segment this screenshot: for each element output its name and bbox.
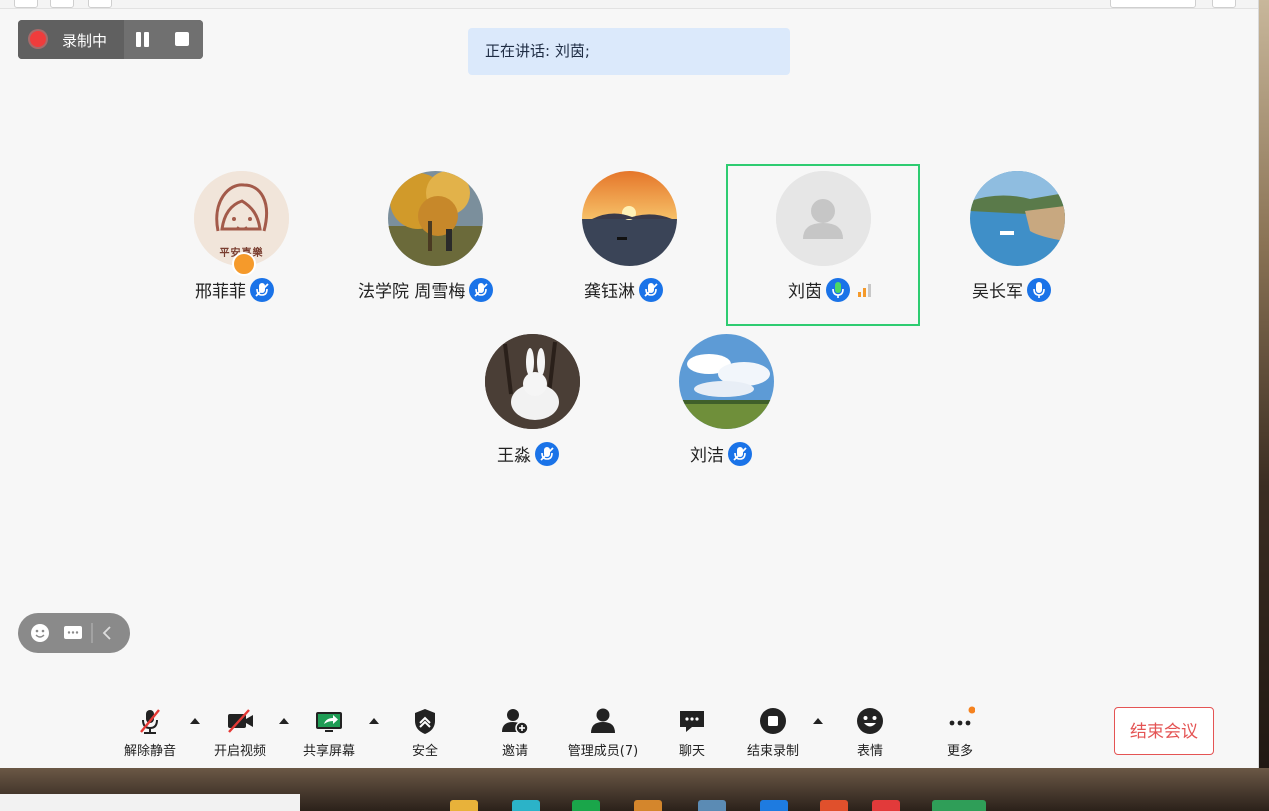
- chat-button[interactable]: 聊天: [660, 700, 724, 764]
- taskbar-app-icon[interactable]: [634, 800, 662, 811]
- mic-speaking-icon: [826, 277, 850, 302]
- mic-on-icon: [1027, 277, 1051, 302]
- stop-record-icon: [760, 708, 786, 734]
- record-options-caret[interactable]: [813, 718, 823, 724]
- mic-muted-icon: [250, 277, 274, 302]
- audio-options-caret[interactable]: [190, 718, 200, 724]
- end-meeting-button[interactable]: 结束会议: [1114, 707, 1214, 755]
- stop-recording-button[interactable]: [175, 32, 189, 46]
- meeting-toolbar: 解除静音 开启视频 共享屏幕 安全 邀请 管理成员(7) 聊天 结束录制 表情 …: [0, 700, 1258, 768]
- start-video-button[interactable]: 开启视频: [208, 700, 272, 764]
- mic-muted-icon: [728, 441, 752, 466]
- add-user-icon: [502, 709, 529, 735]
- recording-status: 录制中: [62, 32, 108, 50]
- pause-icon: [136, 32, 141, 47]
- video-options-caret[interactable]: [279, 718, 289, 724]
- taskbar-app-icon[interactable]: [932, 800, 986, 811]
- avatar-participant-3[interactable]: [582, 171, 677, 266]
- reaction-pill[interactable]: [18, 613, 130, 653]
- participant-name-3: 龚钰淋: [584, 277, 663, 302]
- mic-muted-icon: [469, 277, 494, 302]
- avatar-participant-2[interactable]: [388, 171, 483, 266]
- mic-muted-icon: [639, 277, 663, 302]
- smiley-icon: [857, 708, 883, 734]
- participant-name-1: 邢菲菲: [195, 277, 274, 302]
- sunset-photo-icon: [582, 171, 677, 266]
- taskbar-app-icon[interactable]: [760, 800, 788, 811]
- mic-muted-icon: [535, 441, 559, 466]
- white-rabbit-photo-icon: [485, 334, 580, 429]
- smile-icon: [31, 624, 49, 642]
- taskbar-app-icon[interactable]: [698, 800, 726, 811]
- taskbar-app-icon[interactable]: [872, 800, 900, 811]
- topbar-view-button[interactable]: [1110, 0, 1196, 8]
- avatar-participant-7[interactable]: [679, 334, 774, 429]
- more-dots-icon: [949, 706, 975, 726]
- pause-recording-button[interactable]: [136, 32, 152, 48]
- topbar-button[interactable]: [88, 0, 112, 8]
- topbar-button[interactable]: [14, 0, 38, 8]
- participant-name-6: 王淼: [497, 441, 559, 466]
- record-dot-icon: [30, 31, 46, 47]
- video-off-icon: [228, 709, 253, 733]
- avatar-participant-6[interactable]: [485, 334, 580, 429]
- taskbar-app-icon[interactable]: [820, 800, 848, 811]
- topbar-button[interactable]: [50, 0, 74, 8]
- host-badge-icon: [232, 252, 256, 276]
- end-recording-button[interactable]: 结束录制: [740, 700, 806, 764]
- share-screen-button[interactable]: 共享屏幕: [297, 700, 361, 764]
- participant-name-5: 吴长军: [972, 277, 1051, 302]
- reactions-button[interactable]: 表情: [838, 700, 902, 764]
- speaking-banner: 正在讲话: 刘茵;: [468, 28, 790, 75]
- security-button[interactable]: 安全: [393, 700, 457, 764]
- taskbar-search-area[interactable]: [0, 794, 300, 811]
- mic-off-icon: [140, 709, 160, 734]
- avatar-participant-5[interactable]: [970, 171, 1065, 266]
- share-screen-icon: [316, 712, 342, 732]
- desktop-background: [1258, 0, 1269, 811]
- more-button[interactable]: 更多: [928, 700, 992, 764]
- sky-field-photo-icon: [679, 334, 774, 429]
- invite-button[interactable]: 邀请: [483, 700, 547, 764]
- audio-level-icon: [858, 283, 871, 297]
- taskbar-app-icon[interactable]: [512, 800, 540, 811]
- lake-town-photo-icon: [970, 171, 1065, 266]
- shield-icon: [415, 709, 435, 734]
- autumn-tree-photo-icon: [388, 171, 483, 266]
- participant-name-4: 刘茵: [788, 277, 871, 302]
- meeting-window: 录制中 正在讲话: 刘茵; 平安喜樂 邢菲菲: [0, 0, 1259, 768]
- default-user-icon: [776, 171, 871, 266]
- participant-name-7: 刘洁: [690, 441, 752, 466]
- members-icon: [591, 708, 615, 733]
- chat-icon: [680, 711, 704, 732]
- participant-name-2: 法学院 周雪梅: [358, 277, 494, 302]
- taskbar-app-icon[interactable]: [450, 800, 478, 811]
- topbar-button[interactable]: [1212, 0, 1236, 8]
- taskbar-app-icon[interactable]: [572, 800, 600, 811]
- window-topbar: [0, 0, 1258, 9]
- share-options-caret[interactable]: [369, 718, 379, 724]
- collapse-icon: [102, 626, 111, 640]
- avatar-participant-4[interactable]: [776, 171, 871, 266]
- manage-members-button[interactable]: 管理成员(7): [560, 700, 646, 764]
- unmute-button[interactable]: 解除静音: [118, 700, 182, 764]
